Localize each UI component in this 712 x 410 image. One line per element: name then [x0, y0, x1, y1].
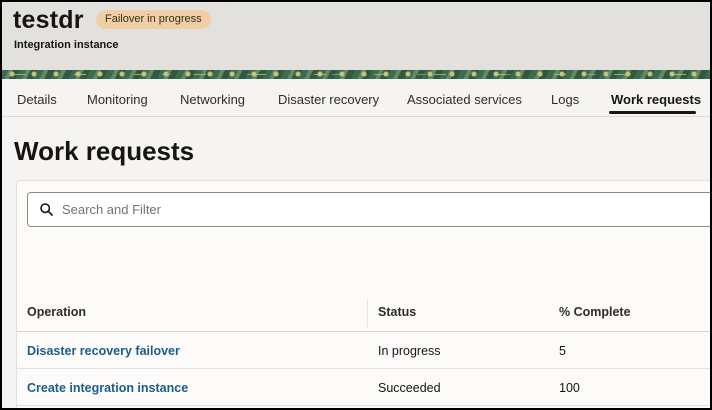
decorative-banner [2, 70, 710, 79]
instance-title: testdr [13, 6, 84, 34]
operation-link[interactable]: Disaster recovery failover [27, 344, 180, 358]
tab-associated-services[interactable]: Associated services [407, 92, 522, 107]
search-icon [40, 203, 53, 216]
search-input[interactable] [62, 193, 662, 226]
column-header-percent-complete[interactable]: % Complete [559, 305, 631, 319]
status-badge: Failover in progress [96, 10, 211, 29]
column-header-status[interactable]: Status [378, 305, 416, 319]
tab-bar: Details Monitoring Networking Disaster r… [2, 79, 710, 117]
page-header: testdr Failover in progress Integration … [2, 2, 710, 72]
tab-logs[interactable]: Logs [551, 92, 579, 107]
console-frame: testdr Failover in progress Integration … [2, 2, 710, 408]
search-filter-box[interactable] [27, 192, 710, 227]
column-header-operation[interactable]: Operation [27, 305, 86, 319]
tab-details[interactable]: Details [17, 92, 57, 107]
tab-disaster-recovery[interactable]: Disaster recovery [278, 92, 379, 107]
status-cell: Succeeded [378, 381, 441, 395]
column-divider [367, 299, 368, 327]
table-row: Disaster recovery failover In progress 5 [17, 332, 710, 369]
tab-monitoring[interactable]: Monitoring [87, 92, 148, 107]
instance-type-label: Integration instance [14, 39, 119, 51]
percent-complete-cell: 100 [559, 381, 580, 395]
table-header: Operation Status % Complete [17, 293, 710, 332]
table-row: Create integration instance Succeeded 10… [17, 369, 710, 406]
operation-link[interactable]: Create integration instance [27, 381, 188, 395]
percent-complete-cell: 5 [559, 344, 566, 358]
status-cell: In progress [378, 344, 441, 358]
page-title: Work requests [14, 136, 195, 166]
tab-networking[interactable]: Networking [180, 92, 245, 107]
tab-work-requests[interactable]: Work requests [611, 92, 701, 107]
active-tab-indicator [609, 111, 696, 114]
